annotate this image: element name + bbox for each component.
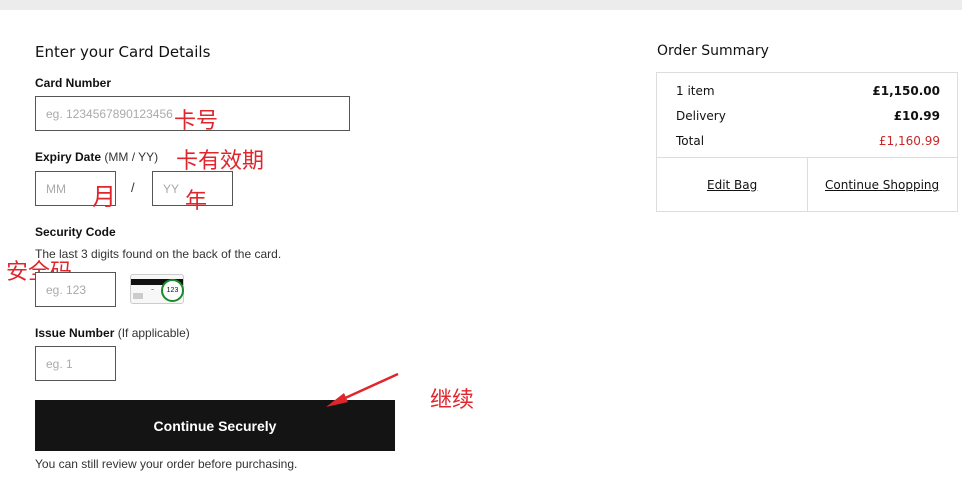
security-code-label: Security Code bbox=[35, 225, 116, 239]
issue-number-label: Issue Number (If applicable) bbox=[35, 326, 190, 340]
card-number-label: Card Number bbox=[35, 76, 112, 90]
top-bar bbox=[0, 0, 962, 10]
annotation-continue: 继续 bbox=[430, 388, 475, 413]
summary-row-items: 1 item £1,150.00 bbox=[676, 84, 940, 98]
card-signature-strip bbox=[133, 293, 143, 299]
continue-shopping-link[interactable]: Continue Shopping bbox=[825, 178, 939, 192]
summary-link-divider bbox=[807, 158, 808, 212]
card-back-illustration: ... 123 bbox=[130, 274, 184, 304]
card-dots: ... bbox=[151, 286, 154, 292]
annotation-month: 月 bbox=[92, 183, 116, 211]
security-code-input[interactable] bbox=[35, 272, 116, 307]
review-note: You can still review your order before p… bbox=[35, 457, 298, 471]
cvv-badge: 123 bbox=[161, 279, 184, 302]
issue-number-input[interactable] bbox=[35, 346, 116, 381]
annotation-year: 年 bbox=[185, 189, 208, 214]
annotation-card-number: 卡号 bbox=[174, 109, 219, 134]
edit-bag-link[interactable]: Edit Bag bbox=[707, 178, 757, 192]
order-summary-title: Order Summary bbox=[657, 43, 769, 59]
expiry-label: Expiry Date (MM / YY) bbox=[35, 150, 159, 164]
annotation-arrow-icon bbox=[326, 372, 399, 407]
order-summary-box: 1 item £1,150.00 Delivery £10.99 Total £… bbox=[656, 72, 958, 212]
summary-row-delivery: Delivery £10.99 bbox=[676, 109, 940, 123]
expiry-separator: / bbox=[131, 180, 135, 195]
form-title: Enter your Card Details bbox=[35, 43, 211, 61]
summary-row-total: Total £1,160.99 bbox=[676, 134, 940, 148]
